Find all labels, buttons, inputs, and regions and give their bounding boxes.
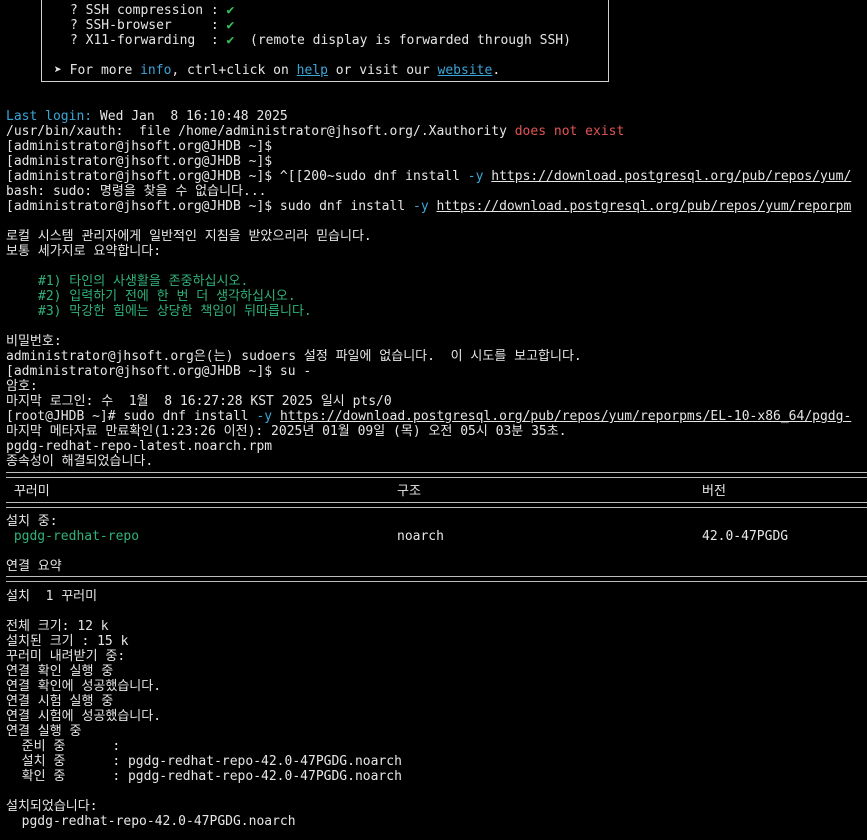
test-ok-line: 연결 시험에 성공했습니다. [6,709,162,724]
url-link[interactable]: https://download.postgresql.org/pub/repo… [491,169,851,184]
password-prompt: 암호: [6,379,38,394]
installing-label: 설치 중: [6,514,58,529]
header-version: 버전 [702,484,726,499]
url-link[interactable]: https://download.postgresql.org/pub/repo… [436,199,851,214]
txn-run-line: 연결 실행 중 [6,724,82,739]
check-run-line: 연결 확인 실행 중 [6,664,114,679]
rpm-name-line: pgdg-redhat-repo-latest.noarch.rpm [6,439,273,454]
transaction-summary: 연결 요약 [6,559,62,574]
package-arch: noarch [397,529,444,544]
ssh-compression-line: ? SSH compression : ✔ [70,3,235,18]
sudo-command-line: [administrator@jhsoft.org@JHDB ~]$ sudo … [6,199,852,214]
help-link[interactable]: help [297,63,328,78]
xauth-line: /usr/bin/xauth: file /home/administrator… [6,124,625,139]
root-command-line: [root@JHDB ~]# sudo dnf install -y https… [6,409,852,424]
sudo-lecture-line: 보통 세가지로 요약합니다: [6,244,162,259]
more-info-line: ➤ For more info, ctrl+click on help or v… [54,63,501,78]
check-icon: ✔ [226,18,235,33]
rule-line: #1) 타인의 사생활을 존중하십시오. [38,274,249,289]
last-login-line: Last login: Wed Jan 8 16:10:48 2025 [6,109,288,124]
deps-resolved-line: 종속성이 해결되었습니다. [6,454,154,469]
installed-size: 설치된 크기 : 15 k [6,634,129,649]
separator [6,576,867,582]
rule-line: #2) 입력하기 전에 한 번 더 생각하십시오. [38,289,296,304]
sudo-lecture-line: 로컬 시스템 관리자에게 일반적인 지침을 받았으리라 믿습니다. [6,229,372,244]
installed-label: 설치되었습니다: [6,799,98,814]
preparing-line: 준비 중 : [6,739,121,754]
x11-forwarding-line: ? X11-forwarding : ✔ (remote display is … [70,33,571,48]
verifying-pkg-line: 확인 중 : pgdg-redhat-repo-42.0-47PGDG.noar… [6,769,402,784]
password-prompt: 비밀번호: [6,334,62,349]
separator [6,502,867,508]
package-name: pgdg-redhat-repo [6,529,140,544]
test-run-line: 연결 시험 실행 중 [6,694,114,709]
header-package: 꾸러미 [6,484,50,499]
last-login-ko-line: 마지막 로그인: 수 1월 8 16:27:28 KST 2025 일시 pts… [6,394,392,409]
paste-command-line: [administrator@jhsoft.org@JHDB ~]$ ^[[20… [6,169,852,184]
prompt-line: [administrator@jhsoft.org@JHDB ~]$ [6,154,273,169]
installed-package: pgdg-redhat-repo-42.0-47PGDG.noarch [6,814,296,829]
total-size: 전체 크기: 12 k [6,619,109,634]
header-arch: 구조 [397,484,421,499]
package-version: 42.0-47PGDG [702,529,789,544]
installing-pkg-line: 설치 중 : pgdg-redhat-repo-42.0-47PGDG.noar… [6,754,402,769]
separator [6,472,867,478]
su-command-line: [administrator@jhsoft.org@JHDB ~]$ su - [6,364,312,379]
not-sudoers-line: administrator@jhsoft.org은(는) sudoers 설정 … [6,349,582,364]
downloading-line: 꾸러미 내려받기 중: [6,649,126,664]
ssh-browser-line: ? SSH-browser : ✔ [70,18,235,33]
bash-error-line: bash: sudo: 명령을 찾을 수 없습니다... [6,184,267,199]
rule-line: #3) 막강한 힘에는 상당한 책임이 뒤따릅니다. [38,304,312,319]
website-link[interactable]: website [438,63,493,78]
prompt-line: [administrator@jhsoft.org@JHDB ~]$ [6,139,273,154]
info-link[interactable]: info [140,63,171,78]
url-link[interactable]: https://download.postgresql.org/pub/repo… [280,409,851,424]
check-icon: ✔ [226,3,235,18]
install-count: 설치 1 꾸러미 [6,589,98,604]
terminal-window[interactable]: { "info_box": { "ssh_compression": "? SS… [0,0,867,840]
check-ok-line: 연결 확인에 성공했습니다. [6,679,162,694]
metadata-line: 마지막 메타자료 만료확인(1:23:26 이전): 2025년 01월 09일… [6,424,567,439]
